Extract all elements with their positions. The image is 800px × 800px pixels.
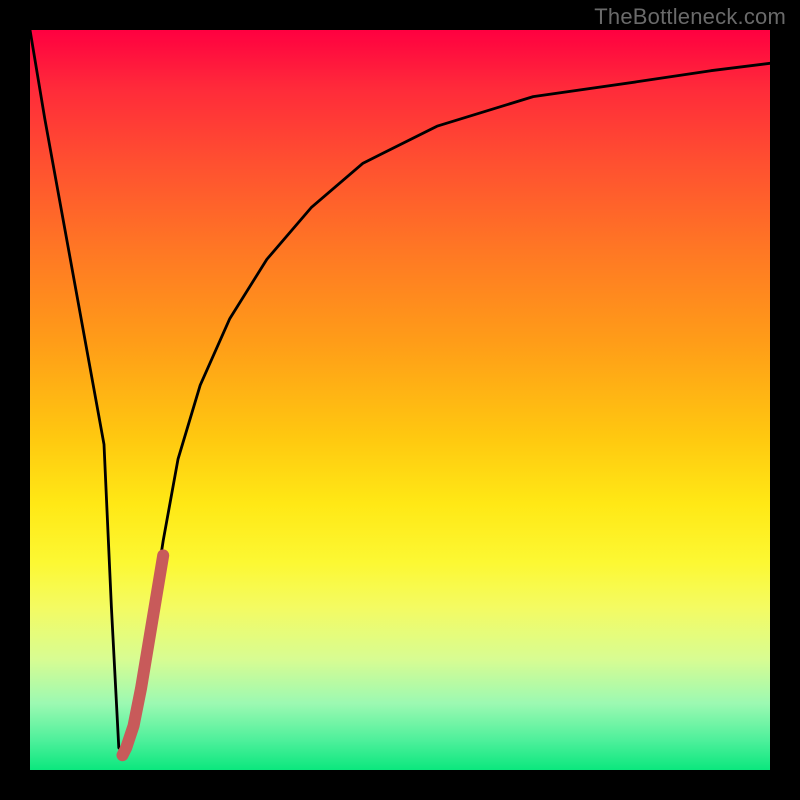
chart-svg [30, 30, 770, 770]
highlight-segment-path [123, 555, 164, 755]
chart-frame: TheBottleneck.com [0, 0, 800, 800]
bottleneck-curve-path [30, 30, 770, 755]
watermark-text: TheBottleneck.com [594, 4, 786, 30]
plot-area [30, 30, 770, 770]
